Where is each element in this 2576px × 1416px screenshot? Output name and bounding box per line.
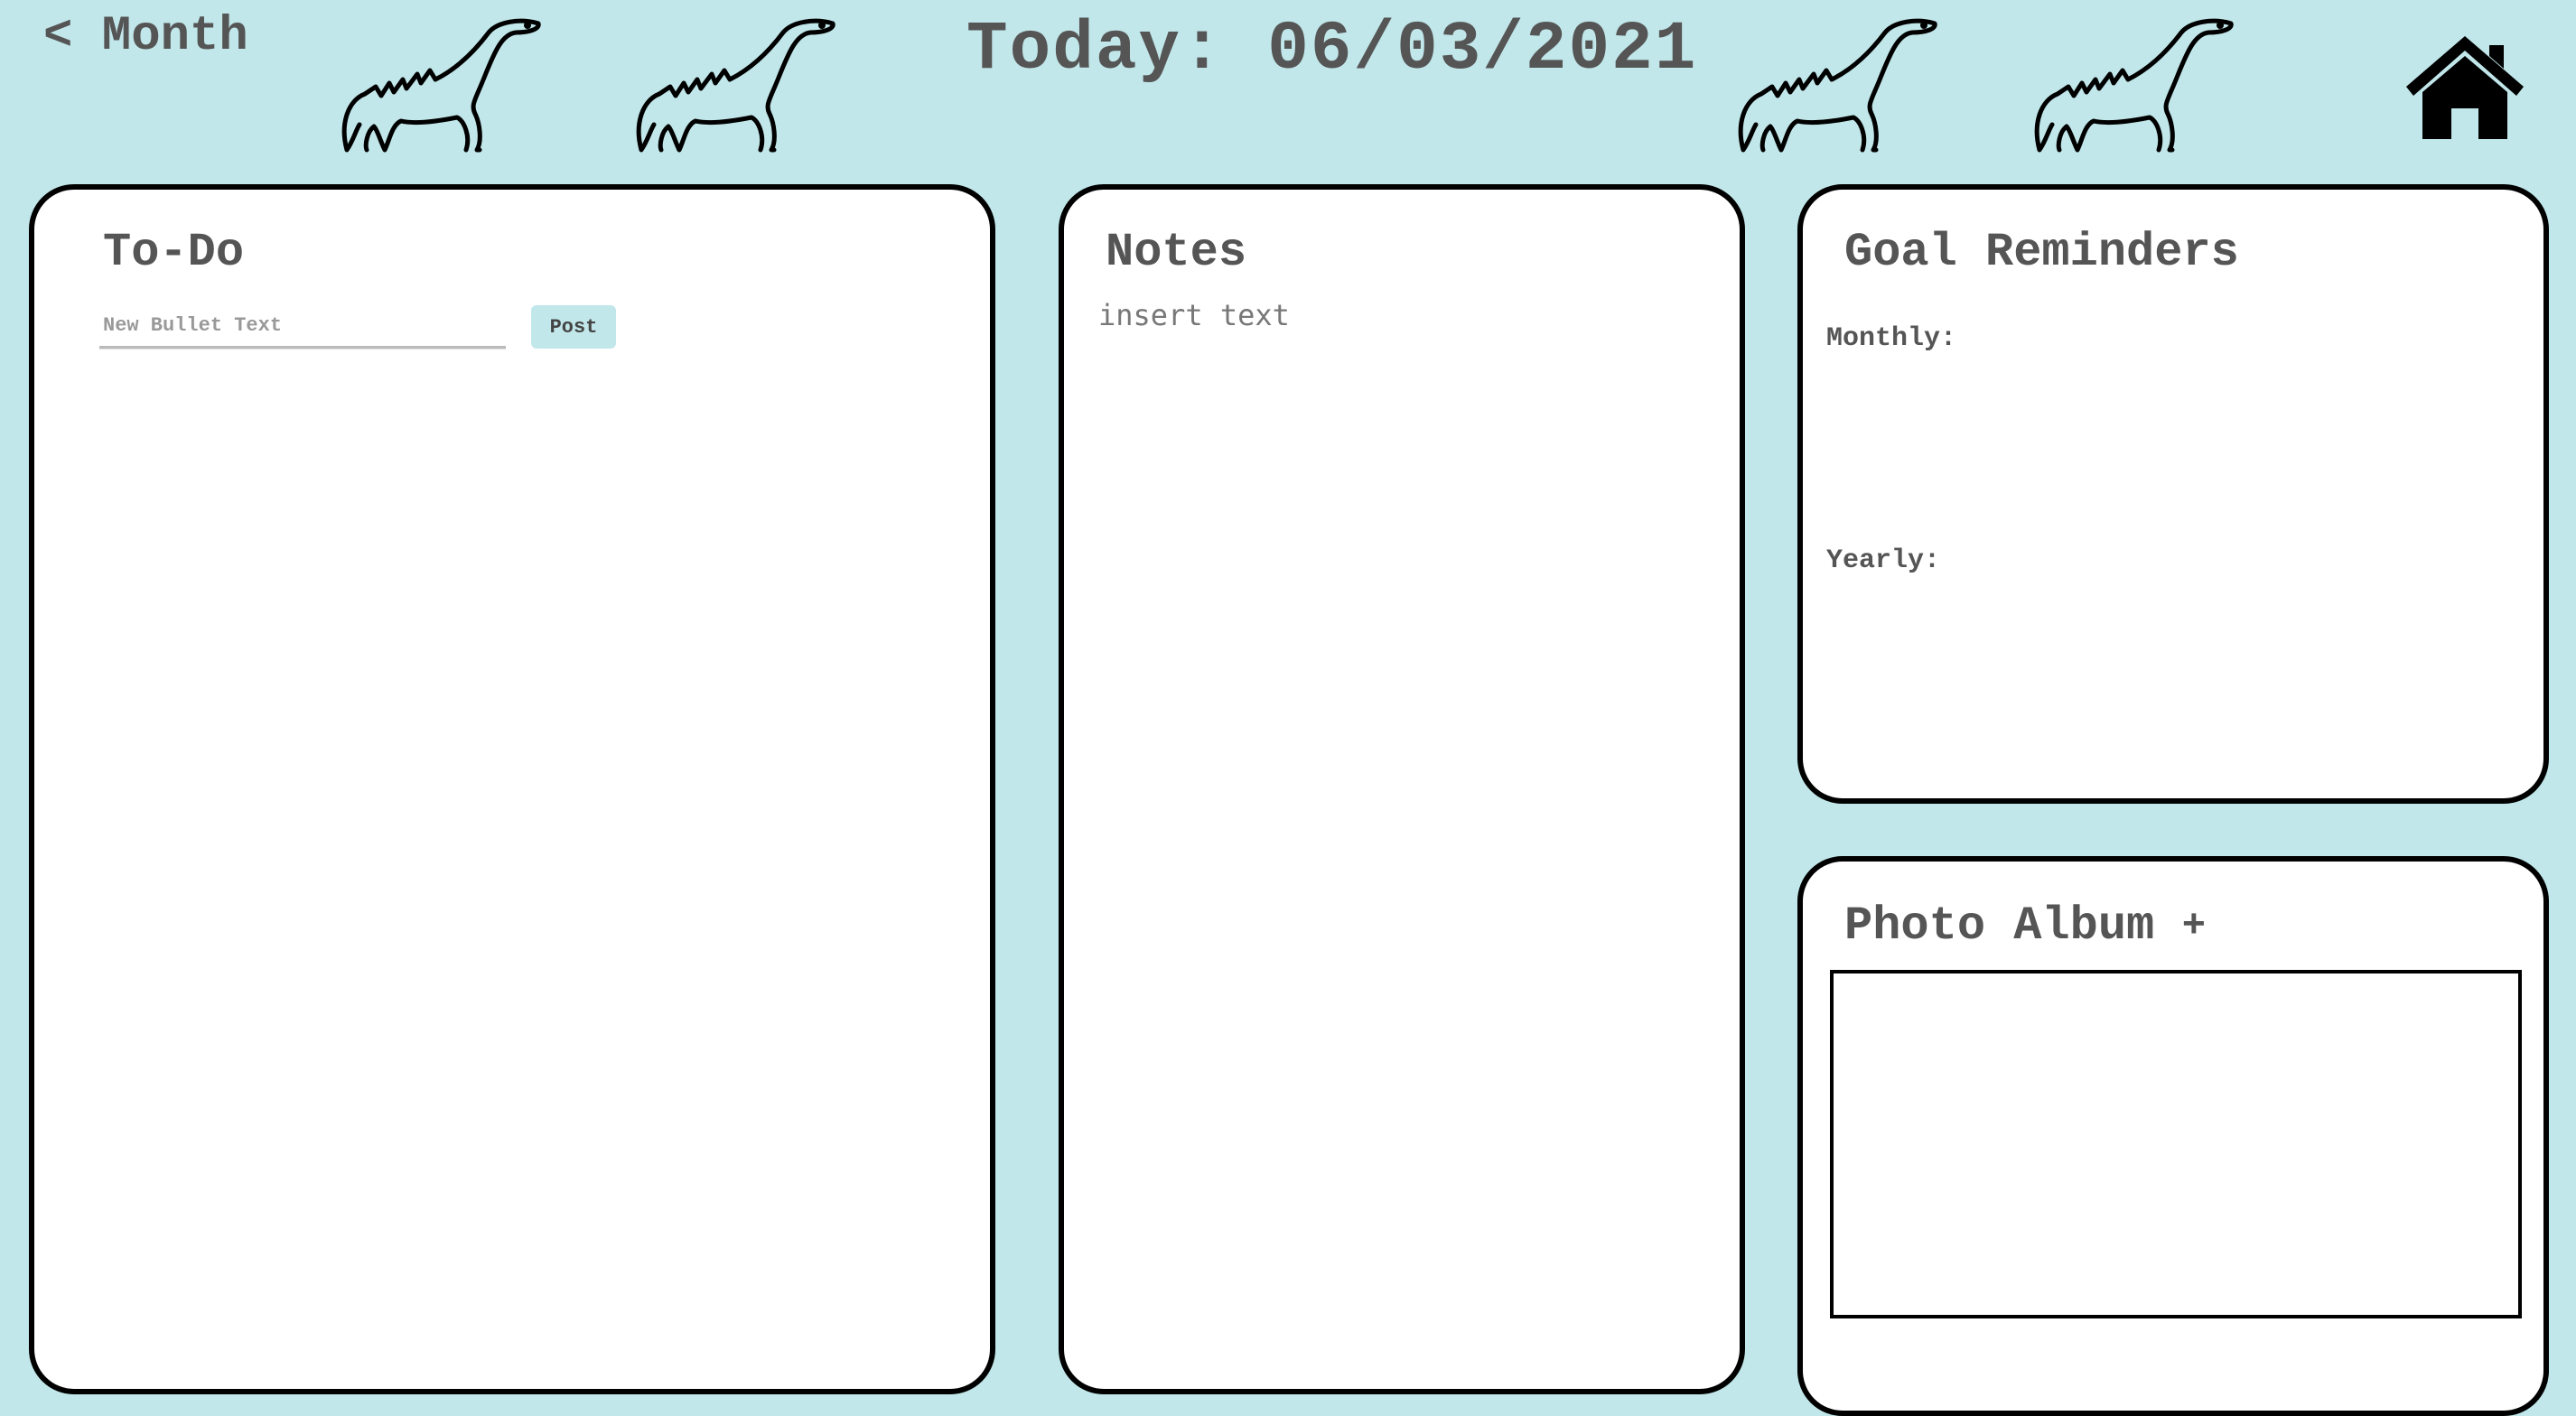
add-photo-button[interactable]: + [2182, 901, 2206, 946]
yearly-goals-label: Yearly: [1826, 545, 1941, 576]
monthly-goals-label: Monthly: [1826, 323, 1957, 354]
title-date: 06/03/2021 [1267, 11, 1698, 88]
goal-reminders-panel: Goal Reminders Monthly: Yearly: [1797, 184, 2549, 804]
dinosaur-icon [636, 18, 835, 153]
post-button[interactable]: Post [531, 305, 616, 349]
home-icon[interactable] [2403, 33, 2527, 143]
dinosaur-icon [1738, 18, 1937, 153]
back-to-month-link[interactable]: < Month [43, 9, 248, 64]
todo-title: To-Do [103, 226, 245, 279]
photo-album-title: Photo Album [1844, 899, 2155, 953]
title-prefix: Today: [966, 11, 1225, 88]
photo-album-panel: Photo Album + [1797, 856, 2549, 1416]
dinosaur-icon [2034, 18, 2234, 153]
goal-reminders-title: Goal Reminders [1844, 226, 2239, 279]
notes-title: Notes [1106, 226, 1247, 279]
dinosaur-icon [341, 18, 541, 153]
notes-textarea[interactable]: insert text [1098, 298, 1290, 332]
photo-frame [1830, 970, 2522, 1318]
notes-panel: Notes insert text [1059, 184, 1745, 1394]
todo-panel: To-Do Post [29, 184, 995, 1394]
page-title: Today: 06/03/2021 [966, 11, 1697, 88]
new-bullet-input[interactable] [99, 305, 506, 349]
